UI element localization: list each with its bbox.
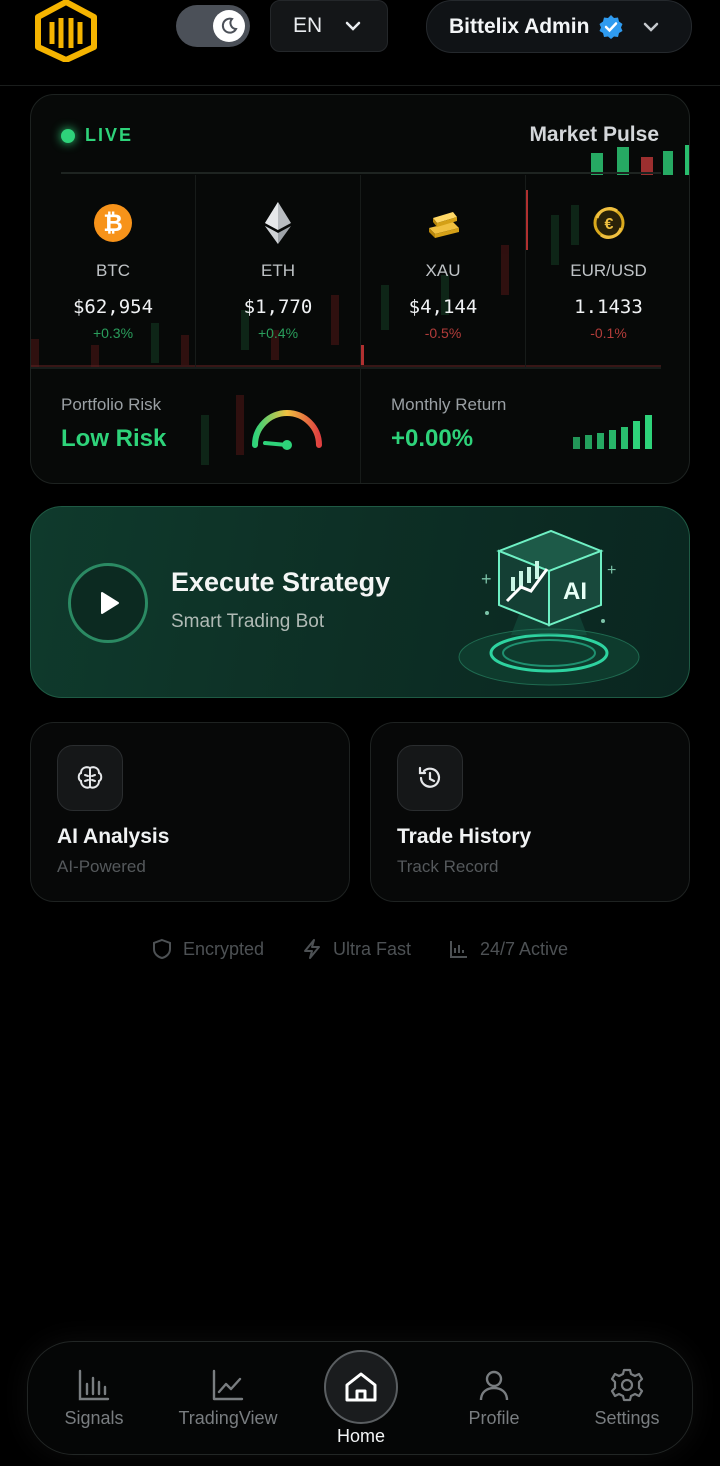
asset-eth[interactable]: ETH $1,770 +0.4%	[196, 175, 361, 367]
lightning-icon	[303, 939, 320, 959]
feature-badges: Encrypted Ultra Fast 24/7 Active	[0, 938, 720, 960]
asset-ticker-row: ₿ BTC $62,954 +0.3% ETH $1,770 +0.4% XAU…	[31, 175, 689, 367]
asset-price: $4,144	[408, 296, 478, 318]
svg-text:AI: AI	[563, 578, 587, 605]
nav-settings[interactable]: Settings	[562, 1368, 692, 1429]
live-dot-icon	[61, 128, 75, 143]
ai-cube-illustration: AI + +	[458, 529, 640, 686]
nav-label: Settings	[594, 1408, 660, 1428]
asset-change: -0.5%	[424, 325, 462, 341]
bitcoin-icon: ₿	[91, 201, 135, 245]
nav-label: Signals	[64, 1408, 124, 1428]
user-icon	[479, 1370, 509, 1401]
ai-analysis-title: AI Analysis	[57, 825, 170, 848]
account-name: Bittelix Admin	[449, 14, 590, 38]
theme-toggle[interactable]	[176, 5, 250, 47]
monthly-return-panel[interactable]: Monthly Return +0.00%	[361, 367, 689, 483]
ai-analysis-card[interactable]: AI Analysis AI-Powered	[30, 722, 350, 902]
asset-xau[interactable]: XAU $4,144 -0.5%	[361, 175, 526, 367]
asset-btc[interactable]: ₿ BTC $62,954 +0.3%	[31, 175, 196, 367]
market-pulse-card: LIVE Market Pulse ₿ BTC $62,954 +0.3% ET…	[30, 94, 690, 484]
monthly-return-value: +0.00%	[391, 425, 474, 452]
language-selector[interactable]: EN	[270, 0, 388, 52]
badge-label: Encrypted	[182, 938, 264, 959]
svg-text:+: +	[481, 569, 492, 589]
moon-icon	[213, 10, 245, 42]
play-button[interactable]	[68, 563, 148, 643]
play-icon	[101, 592, 119, 614]
asset-symbol: EUR/USD	[570, 261, 647, 280]
asset-price: 1.1433	[574, 296, 643, 318]
shield-icon	[152, 938, 171, 960]
gold-bar-icon	[421, 201, 465, 245]
ai-analysis-subtitle: AI-Powered	[57, 857, 146, 876]
gear-icon	[610, 1368, 644, 1402]
trade-history-subtitle: Track Record	[397, 857, 499, 876]
top-bar: EN Bittelix Admin	[0, 0, 720, 86]
nav-profile[interactable]: Profile	[429, 1368, 559, 1429]
market-pulse-title: Market Pulse	[529, 123, 659, 146]
svg-text:₿: ₿	[103, 210, 123, 237]
badge-label: Ultra Fast	[332, 938, 411, 959]
account-menu[interactable]: Bittelix Admin	[426, 0, 692, 53]
monthly-return-label: Monthly Return	[391, 395, 507, 414]
trade-history-title: Trade History	[397, 825, 532, 848]
asset-eurusd[interactable]: € EUR/USD 1.1433 -0.1%	[526, 175, 689, 367]
asset-price: $1,770	[243, 296, 313, 318]
asset-change: +0.4%	[257, 325, 299, 341]
ethereum-icon	[256, 201, 300, 245]
nav-label: Profile	[468, 1408, 520, 1428]
trade-history-card[interactable]: Trade History Track Record	[370, 722, 690, 902]
divider	[61, 172, 661, 174]
portfolio-risk-panel[interactable]: Portfolio Risk Low Risk	[31, 367, 361, 483]
history-icon	[397, 745, 463, 811]
svg-text:+: +	[607, 562, 616, 579]
svg-text:€: €	[604, 216, 613, 233]
nav-home[interactable]	[324, 1350, 398, 1424]
currency-exchange-icon: €	[587, 201, 631, 245]
asset-change: +0.3%	[92, 325, 134, 341]
live-label: LIVE	[85, 125, 134, 145]
asset-symbol: BTC	[96, 261, 130, 280]
asset-symbol: ETH	[261, 261, 295, 280]
chevron-down-icon	[644, 22, 659, 32]
portfolio-risk-value: Low Risk	[61, 425, 167, 452]
signals-icon	[78, 1369, 110, 1401]
badge-encrypted: Encrypted	[152, 938, 264, 960]
badge-active: 24/7 Active	[449, 938, 568, 960]
asset-symbol: XAU	[425, 261, 461, 280]
asset-price: $62,954	[72, 296, 154, 318]
chevron-down-icon	[345, 21, 361, 31]
badge-ultra-fast: Ultra Fast	[302, 938, 411, 960]
live-indicator: LIVE	[61, 125, 133, 146]
line-chart-icon	[212, 1369, 244, 1401]
nav-label-active: Home	[336, 1426, 385, 1446]
return-bars-icon	[573, 415, 652, 449]
bottom-navigation: Signals TradingView Home Profile Setting…	[27, 1341, 693, 1455]
brand-logo-icon[interactable]	[34, 0, 98, 62]
execute-strategy-title: Execute Strategy	[171, 567, 391, 597]
asset-change: -0.1%	[590, 325, 627, 341]
brain-icon	[57, 745, 123, 811]
badge-label: 24/7 Active	[480, 938, 569, 959]
bar-chart-icon	[450, 941, 467, 958]
language-label: EN	[293, 14, 323, 37]
home-icon	[345, 1372, 377, 1402]
execute-strategy-card[interactable]: Execute Strategy Smart Trading Bot AI + …	[30, 506, 690, 698]
nav-signals[interactable]: Signals	[29, 1368, 159, 1429]
nav-label: TradingView	[178, 1408, 278, 1428]
portfolio-risk-label: Portfolio Risk	[61, 395, 162, 414]
nav-tradingview[interactable]: TradingView	[163, 1368, 293, 1429]
risk-gauge-icon	[252, 410, 322, 450]
verified-badge-icon	[599, 14, 623, 39]
execute-strategy-subtitle: Smart Trading Bot	[171, 611, 325, 632]
